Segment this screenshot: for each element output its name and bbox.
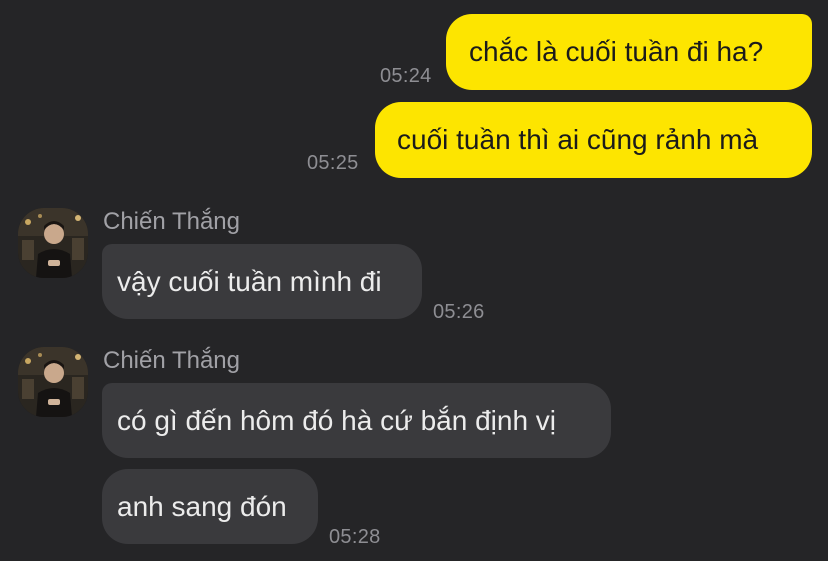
message-timestamp: 05:26 xyxy=(433,301,485,323)
outgoing-message-bubble[interactable]: chắc là cuối tuần đi ha? xyxy=(446,14,812,90)
message-text: cuối tuần thì ai cũng rảnh mà xyxy=(397,124,759,155)
avatar-photo xyxy=(18,208,88,278)
sender-name: Chiến Thắng xyxy=(103,347,240,374)
avatar-photo xyxy=(18,347,88,417)
chat-thread[interactable]: 05:24 chắc là cuối tuần đi ha? 05:25 cuố… xyxy=(0,0,828,561)
avatar[interactable] xyxy=(18,208,88,278)
message-timestamp: 05:28 xyxy=(329,526,381,548)
message-text: vậy cuối tuần mình đi xyxy=(117,265,382,297)
sender-name: Chiến Thắng xyxy=(103,208,240,235)
message-timestamp: 05:25 xyxy=(307,152,359,174)
incoming-message-bubble[interactable]: anh sang đón xyxy=(102,469,318,544)
outgoing-message-bubble[interactable]: cuối tuần thì ai cũng rảnh mà xyxy=(375,102,812,178)
message-text: có gì đến hôm đó hà cứ bắn định vị xyxy=(117,404,557,436)
message-text: anh sang đón xyxy=(117,490,287,522)
incoming-message-bubble[interactable]: có gì đến hôm đó hà cứ bắn định vị xyxy=(102,383,611,458)
avatar[interactable] xyxy=(18,347,88,417)
message-text: chắc là cuối tuần đi ha? xyxy=(469,36,764,67)
incoming-message-bubble[interactable]: vậy cuối tuần mình đi xyxy=(102,244,422,319)
message-timestamp: 05:24 xyxy=(380,65,432,87)
